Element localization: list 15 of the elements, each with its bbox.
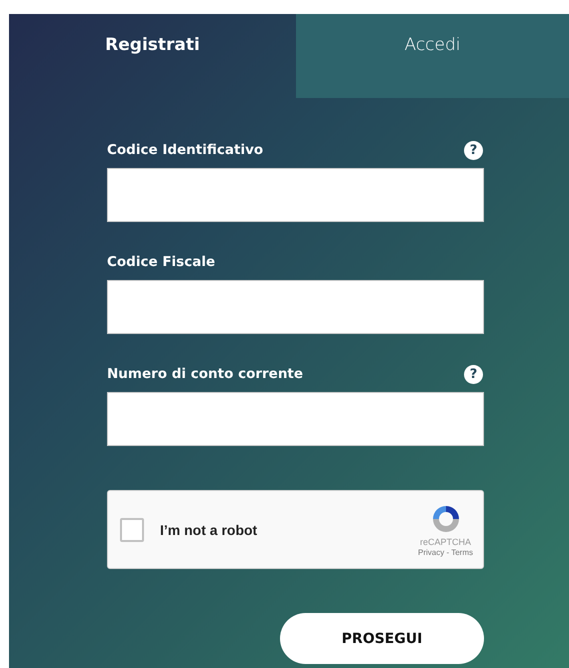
input-field[interactable]	[107, 168, 484, 222]
captcha-links[interactable]: Privacy - Terms	[418, 548, 473, 557]
field-label: Numero di conto corrente	[107, 366, 304, 382]
continue-button[interactable]: PROSEGUI	[280, 613, 484, 664]
captcha-label: I’m not a robot	[160, 522, 258, 538]
input-field[interactable]	[107, 280, 484, 334]
input-field[interactable]	[107, 392, 484, 446]
tab[interactable]: Registrati	[9, 14, 296, 98]
captcha-brand: reCAPTCHA	[420, 537, 472, 547]
help-icon[interactable]: ?	[464, 364, 483, 384]
field-label: Codice Fiscale	[107, 254, 216, 270]
checkbox[interactable]	[120, 518, 144, 542]
field-label: Codice Identificativo	[107, 142, 264, 158]
tab[interactable]: Accedi	[296, 14, 569, 98]
help-icon[interactable]: ?	[464, 140, 483, 160]
